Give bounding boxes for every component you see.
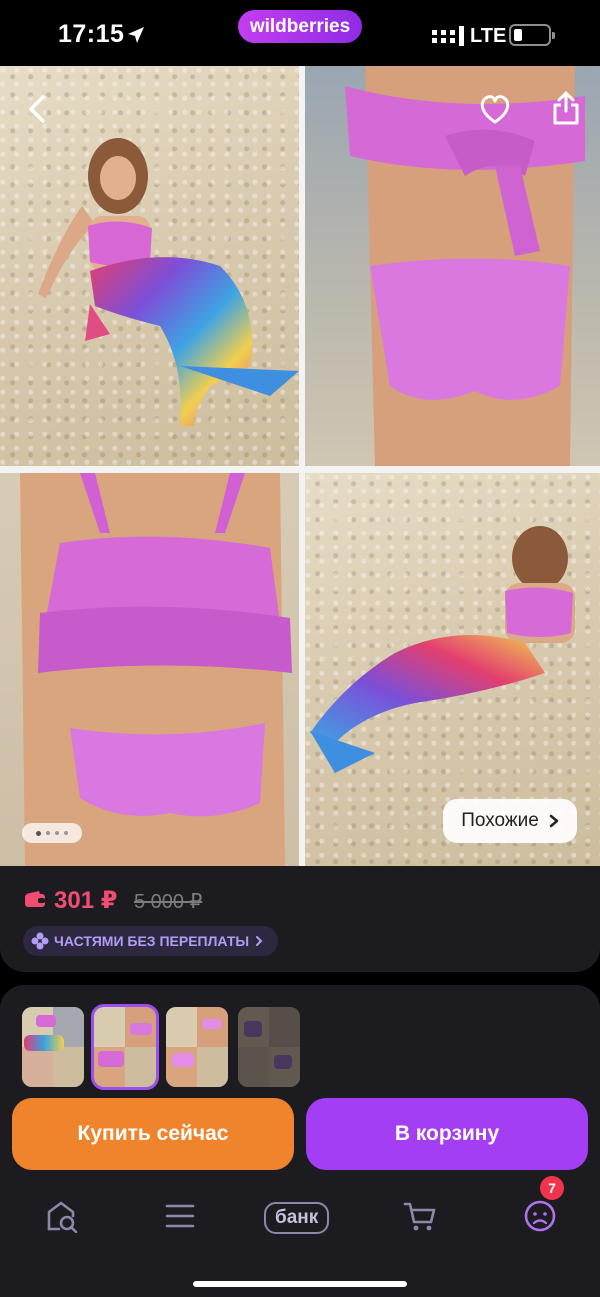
installments-badge[interactable]: ЧАСТЯМИ БЕЗ ПЕРЕПЛАТЫ: [23, 926, 279, 956]
back-button[interactable]: [20, 92, 54, 126]
tab-catalog[interactable]: [162, 1198, 198, 1234]
tab-bar: банк: [0, 1190, 600, 1250]
signal-icon: [432, 26, 464, 46]
buy-now-button[interactable]: Купить сейчас: [12, 1098, 294, 1170]
tab-home[interactable]: [44, 1198, 80, 1234]
current-price: 301 ₽: [54, 887, 118, 914]
old-price: 5 000 ₽: [134, 891, 203, 913]
gallery-pagination: [22, 823, 82, 843]
share-icon: [553, 91, 579, 125]
photo-illustration: [20, 473, 292, 866]
network-type: LTE: [470, 25, 507, 47]
photo-illustration: [38, 138, 299, 426]
product-photo-3[interactable]: [0, 473, 299, 866]
favorite-button[interactable]: [476, 90, 514, 128]
home-indicator[interactable]: [193, 1281, 407, 1287]
wallet-icon: [25, 891, 45, 907]
price-card: 301 ₽ 5 000 ₽ ЧАСТЯМИ БЕЗ ПЕРЕПЛАТЫ: [0, 866, 600, 972]
installments-label: ЧАСТЯМИ БЕЗ ПЕРЕПЛАТЫ: [54, 933, 250, 949]
profile-icon: [524, 1200, 556, 1232]
similar-button[interactable]: Похожие: [443, 799, 577, 843]
battery-icon: [509, 24, 555, 46]
menu-icon: [165, 1204, 195, 1228]
variant-thumbnail-4[interactable]: [238, 1007, 300, 1087]
profile-notification-badge: 7: [540, 1176, 564, 1200]
product-photo-1[interactable]: [0, 66, 299, 466]
cart-icon: [403, 1202, 436, 1231]
share-button[interactable]: [548, 88, 584, 128]
variant-thumbnail-1[interactable]: [22, 1007, 84, 1087]
similar-label: Похожие: [461, 810, 539, 831]
page-dot-active: [36, 830, 41, 836]
bank-label: банк: [264, 1202, 330, 1234]
variant-thumbnail-3[interactable]: [166, 1007, 228, 1087]
variant-thumbnail-2[interactable]: [91, 1004, 159, 1090]
chevron-left-icon: [29, 95, 45, 123]
heart-icon: [480, 95, 510, 124]
page-dot: [64, 831, 68, 835]
status-bar: 17:15 wildberries LTE: [0, 0, 600, 66]
tab-bank[interactable]: банк: [264, 1202, 330, 1234]
purchase-sheet: Купить сейчас В корзину банк 7: [0, 985, 600, 1297]
home-search-icon: [47, 1201, 78, 1233]
brand-logo: wildberries: [238, 10, 362, 43]
status-time: 17:15: [58, 20, 125, 48]
page-dot: [46, 831, 50, 835]
add-to-cart-button[interactable]: В корзину: [306, 1098, 588, 1170]
location-arrow-icon: [128, 27, 144, 43]
chevron-right-icon: [256, 936, 263, 946]
chevron-right-icon: [549, 814, 559, 828]
product-gallery[interactable]: Похожие: [0, 66, 600, 866]
variant-thumbnails: [22, 1004, 300, 1090]
tab-profile[interactable]: [522, 1198, 558, 1234]
tab-cart[interactable]: [402, 1198, 438, 1234]
page-dot: [55, 831, 59, 835]
installments-icon: [31, 932, 49, 950]
